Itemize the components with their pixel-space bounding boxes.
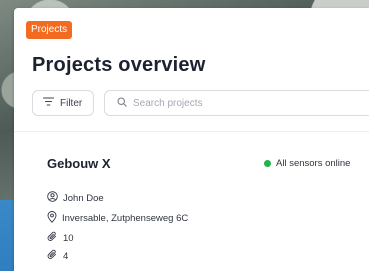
status-indicator: All sensors online bbox=[264, 158, 350, 169]
project-count-a: 10 bbox=[47, 231, 74, 245]
search-input[interactable] bbox=[133, 97, 363, 109]
paperclip-icon bbox=[47, 249, 58, 263]
owner-name: John Doe bbox=[63, 192, 104, 204]
project-count-b: 4 bbox=[47, 249, 68, 263]
project-card[interactable]: Gebouw X All sensors online John Doe Inv… bbox=[32, 143, 369, 271]
count-a-value: 10 bbox=[63, 232, 74, 244]
location-pin-icon bbox=[47, 211, 57, 226]
search-icon bbox=[117, 94, 127, 112]
filter-icon bbox=[42, 97, 55, 109]
page-title: Projects overview bbox=[32, 54, 206, 76]
status-text: All sensors online bbox=[276, 158, 351, 169]
project-name: Gebouw X bbox=[47, 156, 111, 171]
divider bbox=[14, 131, 369, 132]
filter-label: Filter bbox=[60, 97, 83, 109]
user-icon bbox=[47, 191, 58, 205]
address-text: Inversable, Zutphenseweg 6C bbox=[62, 213, 189, 224]
filter-button[interactable]: Filter bbox=[32, 90, 94, 116]
projects-panel: Projects Projects overview Filter Gebouw… bbox=[14, 8, 369, 271]
project-owner: John Doe bbox=[47, 191, 104, 205]
status-dot-icon bbox=[264, 160, 271, 167]
breadcrumb-badge[interactable]: Projects bbox=[26, 21, 73, 39]
project-address: Inversable, Zutphenseweg 6C bbox=[47, 211, 188, 226]
count-b-value: 4 bbox=[63, 250, 69, 262]
paperclip-icon bbox=[47, 231, 58, 245]
search-box[interactable] bbox=[104, 90, 369, 116]
